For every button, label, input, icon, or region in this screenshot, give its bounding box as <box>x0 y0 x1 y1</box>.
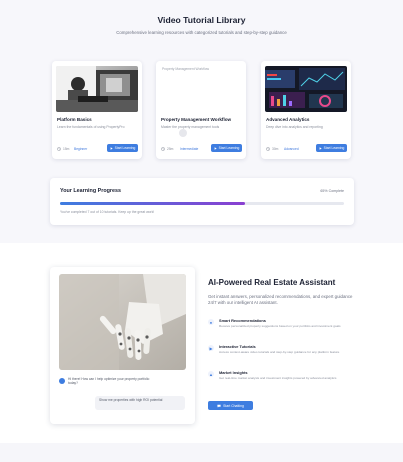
card-description: Learn the fundamentals of using Property… <box>57 125 125 129</box>
card-title: Advanced Analytics <box>266 117 310 122</box>
card-duration: 30m <box>266 147 278 151</box>
card-level: Beginner <box>74 147 88 151</box>
progress-bar-fill <box>60 202 245 205</box>
chat-bubble-icon <box>217 404 221 408</box>
bot-message: Hi there! How can I help optimize your p… <box>59 377 159 386</box>
start-chatting-button[interactable]: Start Chatting <box>208 401 253 410</box>
card-title: Property Management Workflow <box>161 117 232 122</box>
card-duration: 15m <box>57 147 69 151</box>
start-learning-button[interactable]: Start Learning <box>107 144 138 152</box>
clock-icon <box>57 147 61 151</box>
tutorial-thumbnail[interactable] <box>265 66 347 112</box>
progress-note: You've completed 7 out of 10 tutorials. … <box>60 210 155 214</box>
chart-icon: ▲ <box>208 371 214 377</box>
card-level: Intermediate <box>180 147 199 151</box>
tutorial-card-platform-basics[interactable]: Platform Basics Learn the fundamentals o… <box>52 61 142 159</box>
card-description: Master the property management tools <box>161 125 220 129</box>
tutorial-thumbnail[interactable] <box>56 66 138 112</box>
learning-progress-card: Your Learning Progress 65% Complete You'… <box>50 178 354 225</box>
progress-title: Your Learning Progress <box>60 188 122 194</box>
page-title: Video Tutorial Library <box>157 15 246 25</box>
bot-avatar-icon <box>59 378 65 384</box>
clock-icon <box>161 147 165 151</box>
play-icon <box>319 146 322 150</box>
robot-hand-image <box>59 274 186 370</box>
start-learning-button[interactable]: Start Learning <box>211 144 242 152</box>
progress-percent: 65% Complete <box>320 189 344 193</box>
progress-bar <box>60 202 344 205</box>
start-learning-button[interactable]: Start Learning <box>316 144 347 152</box>
broken-image-alt: Property Management Workflow <box>160 66 242 72</box>
card-level: Advanced <box>284 147 299 151</box>
tutorial-card-advanced-analytics[interactable]: Advanced Analytics Deep dive into analyt… <box>261 61 351 159</box>
card-title: Platform Basics <box>57 117 92 122</box>
card-duration: 25m <box>161 147 173 151</box>
page-subtitle: Comprehensive learning resources with ca… <box>116 30 287 35</box>
assistant-description: Get instant answers, personalized recomm… <box>208 294 353 305</box>
assistant-preview-card: Hi there! How can I help optimize your p… <box>50 267 195 424</box>
card-description: Deep dive into analytics and reporting <box>266 125 323 129</box>
tutorial-card-property-management[interactable]: Property Management Workflow Property Ma… <box>156 61 246 159</box>
user-avatar <box>179 129 187 137</box>
clock-icon <box>266 147 270 151</box>
user-message: Show me properties with high ROI potenti… <box>95 396 185 410</box>
lightbulb-icon: ● <box>208 319 214 325</box>
play-icon <box>110 146 113 150</box>
video-icon: ▶ <box>208 345 214 351</box>
play-icon <box>214 146 217 150</box>
tutorial-thumbnail[interactable]: Property Management Workflow <box>160 66 242 112</box>
assistant-title: AI-Powered Real Estate Assistant <box>208 278 336 287</box>
